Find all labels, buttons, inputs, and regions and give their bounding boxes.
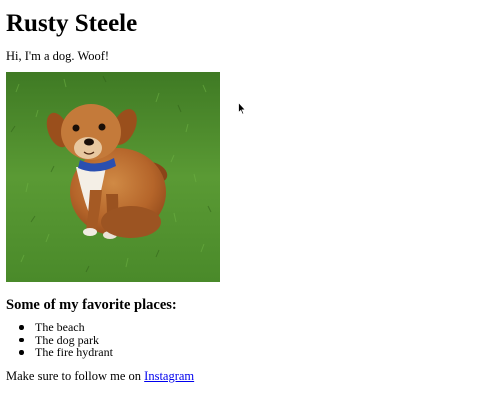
dog-paw-left [83, 228, 97, 236]
bullet-icon [19, 337, 24, 342]
dog-eye-left [72, 124, 80, 132]
page-title: Rusty Steele [6, 10, 138, 37]
dog-photo [6, 72, 220, 282]
follow-text: Make sure to follow me on [6, 369, 145, 383]
dog-eye-right [98, 123, 106, 131]
list-item: The fire hydrant [19, 345, 113, 359]
bullet-icon [19, 350, 24, 355]
favorites-heading: Some of my favorite places: [6, 297, 177, 313]
list-item-label: The fire hydrant [35, 345, 113, 359]
bullet-icon [19, 325, 24, 330]
instagram-link[interactable]: Instagram [144, 369, 194, 383]
follow-line: Make sure to follow me on Instagram [6, 368, 194, 384]
dog-nose [84, 138, 94, 146]
mouse-pointer-icon [238, 102, 246, 115]
favorites-list: The beach The dog park The fire hydrant [6, 321, 113, 359]
dog-photo-illustration [6, 72, 220, 282]
intro-text: Hi, I'm a dog. Woof! [6, 49, 110, 63]
